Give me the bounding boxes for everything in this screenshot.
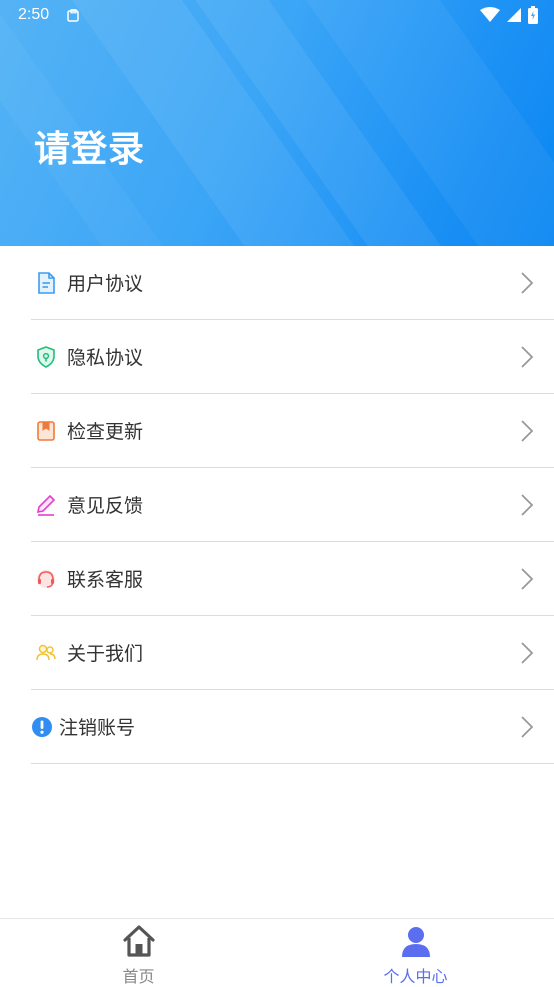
chevron-right-icon <box>520 271 534 299</box>
tab-profile[interactable]: 个人中心 <box>277 919 554 986</box>
shield-lock-icon <box>35 345 57 368</box>
chevron-right-icon <box>520 345 534 373</box>
clipboard-icon <box>66 8 80 27</box>
headset-icon <box>35 568 57 590</box>
menu-item-user-agreement[interactable]: 用户协议 <box>31 246 554 320</box>
people-icon <box>35 642 57 664</box>
chevron-right-icon <box>520 493 534 521</box>
pencil-icon <box>35 494 57 516</box>
menu-item-label: 检查更新 <box>67 421 144 443</box>
home-icon <box>121 923 157 963</box>
user-icon <box>399 923 433 963</box>
login-prompt[interactable]: 请登录 <box>34 120 145 172</box>
menu-item-about-us[interactable]: 关于我们 <box>31 616 554 690</box>
menu-item-feedback[interactable]: 意见反馈 <box>31 468 554 542</box>
document-icon <box>35 271 57 294</box>
wifi-icon <box>480 7 500 27</box>
menu-item-label: 关于我们 <box>67 643 144 665</box>
tab-home[interactable]: 首页 <box>0 919 277 986</box>
tab-profile-label: 个人中心 <box>383 967 448 986</box>
profile-header[interactable]: 2:50 请登录 <box>0 0 554 246</box>
menu-item-label: 意见反馈 <box>67 495 144 517</box>
menu-item-label: 用户协议 <box>67 273 144 295</box>
menu-item-contact-support[interactable]: 联系客服 <box>31 542 554 616</box>
chevron-right-icon <box>520 715 534 743</box>
menu-item-label: 隐私协议 <box>67 347 144 369</box>
battery-icon <box>528 6 538 28</box>
chevron-right-icon <box>520 419 534 447</box>
tab-home-label: 首页 <box>122 967 155 986</box>
signal-icon <box>506 7 522 27</box>
exclamation-circle-icon <box>31 716 53 738</box>
menu-item-delete-account[interactable]: 注销账号 <box>31 690 554 764</box>
bottom-navigation: 首页 个人中心 <box>0 918 554 986</box>
status-bar: 2:50 <box>0 0 554 32</box>
settings-menu: 用户协议 隐私协议 检查更新 意见反馈 联系客服 关于我们 注销账号 <box>0 246 554 764</box>
chevron-right-icon <box>520 641 534 669</box>
menu-item-check-update[interactable]: 检查更新 <box>31 394 554 468</box>
bookmark-icon <box>35 420 57 442</box>
status-time: 2:50 <box>18 6 50 23</box>
chevron-right-icon <box>520 567 534 595</box>
menu-item-label: 联系客服 <box>67 569 144 591</box>
menu-item-label: 注销账号 <box>59 717 136 739</box>
menu-item-privacy-policy[interactable]: 隐私协议 <box>31 320 554 394</box>
